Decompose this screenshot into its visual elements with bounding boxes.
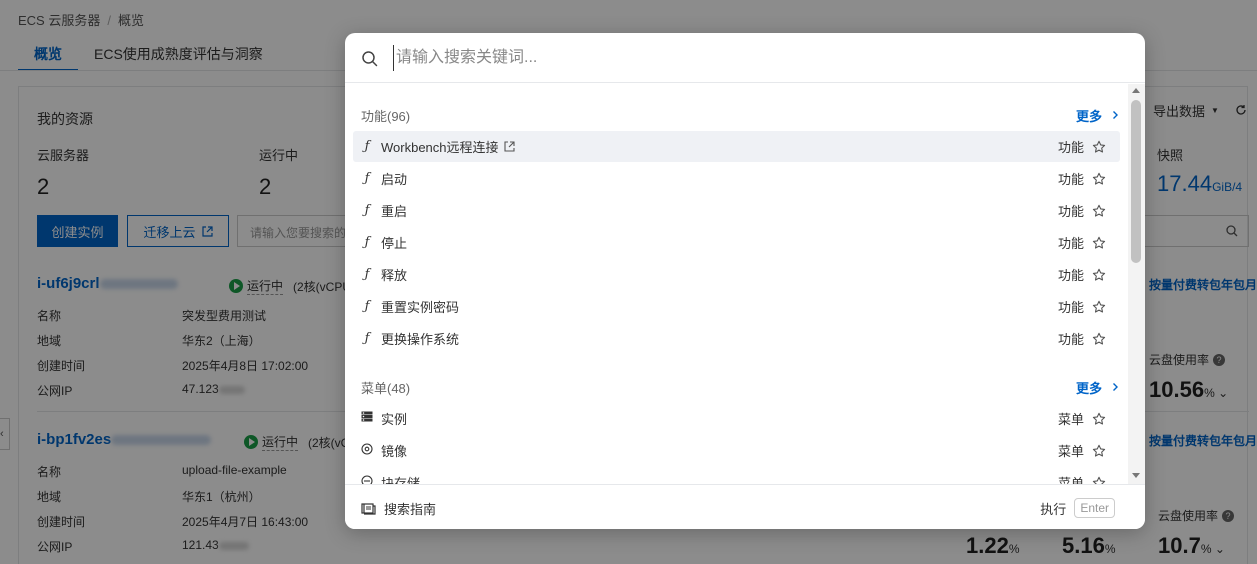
star-icon[interactable] <box>1092 236 1106 250</box>
search-header <box>345 33 1145 83</box>
result-type: 功能 <box>1057 332 1084 347</box>
result-label: 块存储 <box>381 476 421 484</box>
result-label: Workbench远程连接 <box>381 137 515 156</box>
function-icon: ƒ <box>364 203 370 218</box>
scroll-down-arrow-icon[interactable] <box>1132 473 1140 478</box>
result-type: 功能 <box>1057 140 1084 155</box>
result-item[interactable]: 块存储 菜单 <box>353 467 1120 484</box>
result-item[interactable]: ƒ 更换操作系统 功能 <box>353 323 1120 354</box>
results-scrollbar[interactable] <box>1128 84 1145 484</box>
result-type: 功能 <box>1057 204 1084 219</box>
result-item[interactable]: ƒ 启动 功能 <box>353 163 1120 194</box>
result-item[interactable]: ƒ 重置实例密码 功能 <box>353 291 1120 322</box>
star-icon[interactable] <box>1092 444 1106 458</box>
result-item[interactable]: ƒ 重启 功能 <box>353 195 1120 226</box>
chevron-right-icon <box>1113 383 1118 391</box>
guide-label: 搜索指南 <box>384 502 437 517</box>
chevron-right-icon <box>1113 111 1118 119</box>
more-label: 更多 <box>1075 108 1102 124</box>
section-title: 功能(96) <box>361 108 411 124</box>
star-icon[interactable] <box>1092 332 1106 346</box>
result-label: 重置实例密码 <box>381 300 460 315</box>
star-icon[interactable] <box>1092 204 1106 218</box>
function-icon: ƒ <box>364 171 370 186</box>
function-icon: ƒ <box>364 267 370 282</box>
result-type: 菜单 <box>1057 412 1084 427</box>
function-icon: ƒ <box>364 331 370 346</box>
execute-hint: 执行 Enter <box>1040 498 1115 518</box>
result-item[interactable]: ƒ Workbench远程连接 功能 <box>353 131 1120 162</box>
result-type: 功能 <box>1057 268 1084 283</box>
result-type: 功能 <box>1057 236 1084 251</box>
global-search-modal: 功能(96) 更多 ƒ Workbench远程连接 功能 ƒ 启动 功能 ƒ 重… <box>345 33 1145 529</box>
global-search-input[interactable] <box>393 45 1093 71</box>
function-icon: ƒ <box>364 235 370 250</box>
star-icon[interactable] <box>1092 172 1106 186</box>
book-icon <box>361 502 376 515</box>
star-icon[interactable] <box>1092 268 1106 282</box>
result-type: 菜单 <box>1057 476 1084 484</box>
more-label: 更多 <box>1075 380 1102 396</box>
section-menus-header: 菜单(48) 更多 <box>361 377 1119 397</box>
function-icon: ƒ <box>364 139 370 154</box>
result-type: 功能 <box>1057 172 1084 187</box>
result-label: 释放 <box>381 268 408 283</box>
scrollbar-thumb[interactable] <box>1131 100 1141 263</box>
result-label: 停止 <box>381 236 408 251</box>
search-footer: 搜索指南 执行 Enter <box>345 484 1145 529</box>
result-type: 菜单 <box>1057 444 1084 459</box>
result-item[interactable]: ƒ 停止 功能 <box>353 227 1120 258</box>
result-label: 重启 <box>381 204 408 219</box>
result-item[interactable]: ƒ 释放 功能 <box>353 259 1120 290</box>
result-label: 更换操作系统 <box>381 332 460 347</box>
section-functions-header: 功能(96) 更多 <box>361 105 1119 125</box>
result-label: 启动 <box>381 172 408 187</box>
result-item[interactable]: 实例 菜单 <box>353 403 1120 434</box>
enter-key-badge: Enter <box>1074 498 1115 518</box>
star-icon[interactable] <box>1092 140 1106 154</box>
section-title: 菜单(48) <box>361 380 411 396</box>
star-icon[interactable] <box>1092 412 1106 426</box>
result-label: 镜像 <box>381 444 408 459</box>
execute-label: 执行 <box>1040 501 1067 517</box>
result-label: 实例 <box>381 412 408 427</box>
search-guide-link[interactable]: 搜索指南 <box>361 499 436 518</box>
result-item[interactable]: 镜像 菜单 <box>353 435 1120 466</box>
more-menus-link[interactable]: 更多 <box>1076 378 1119 397</box>
function-icon: ƒ <box>364 299 370 314</box>
more-functions-link[interactable]: 更多 <box>1076 106 1119 125</box>
storage-icon <box>353 474 381 484</box>
result-text: Workbench远程连接 <box>381 140 499 155</box>
star-icon[interactable] <box>1092 476 1106 485</box>
star-icon[interactable] <box>1092 300 1106 314</box>
search-icon <box>362 51 378 67</box>
result-type: 功能 <box>1057 300 1084 315</box>
image-disc-icon <box>353 442 381 459</box>
server-icon <box>353 411 381 426</box>
external-link-icon <box>503 141 515 152</box>
search-results: 功能(96) 更多 ƒ Workbench远程连接 功能 ƒ 启动 功能 ƒ 重… <box>345 84 1145 484</box>
scroll-up-arrow-icon[interactable] <box>1132 88 1140 93</box>
